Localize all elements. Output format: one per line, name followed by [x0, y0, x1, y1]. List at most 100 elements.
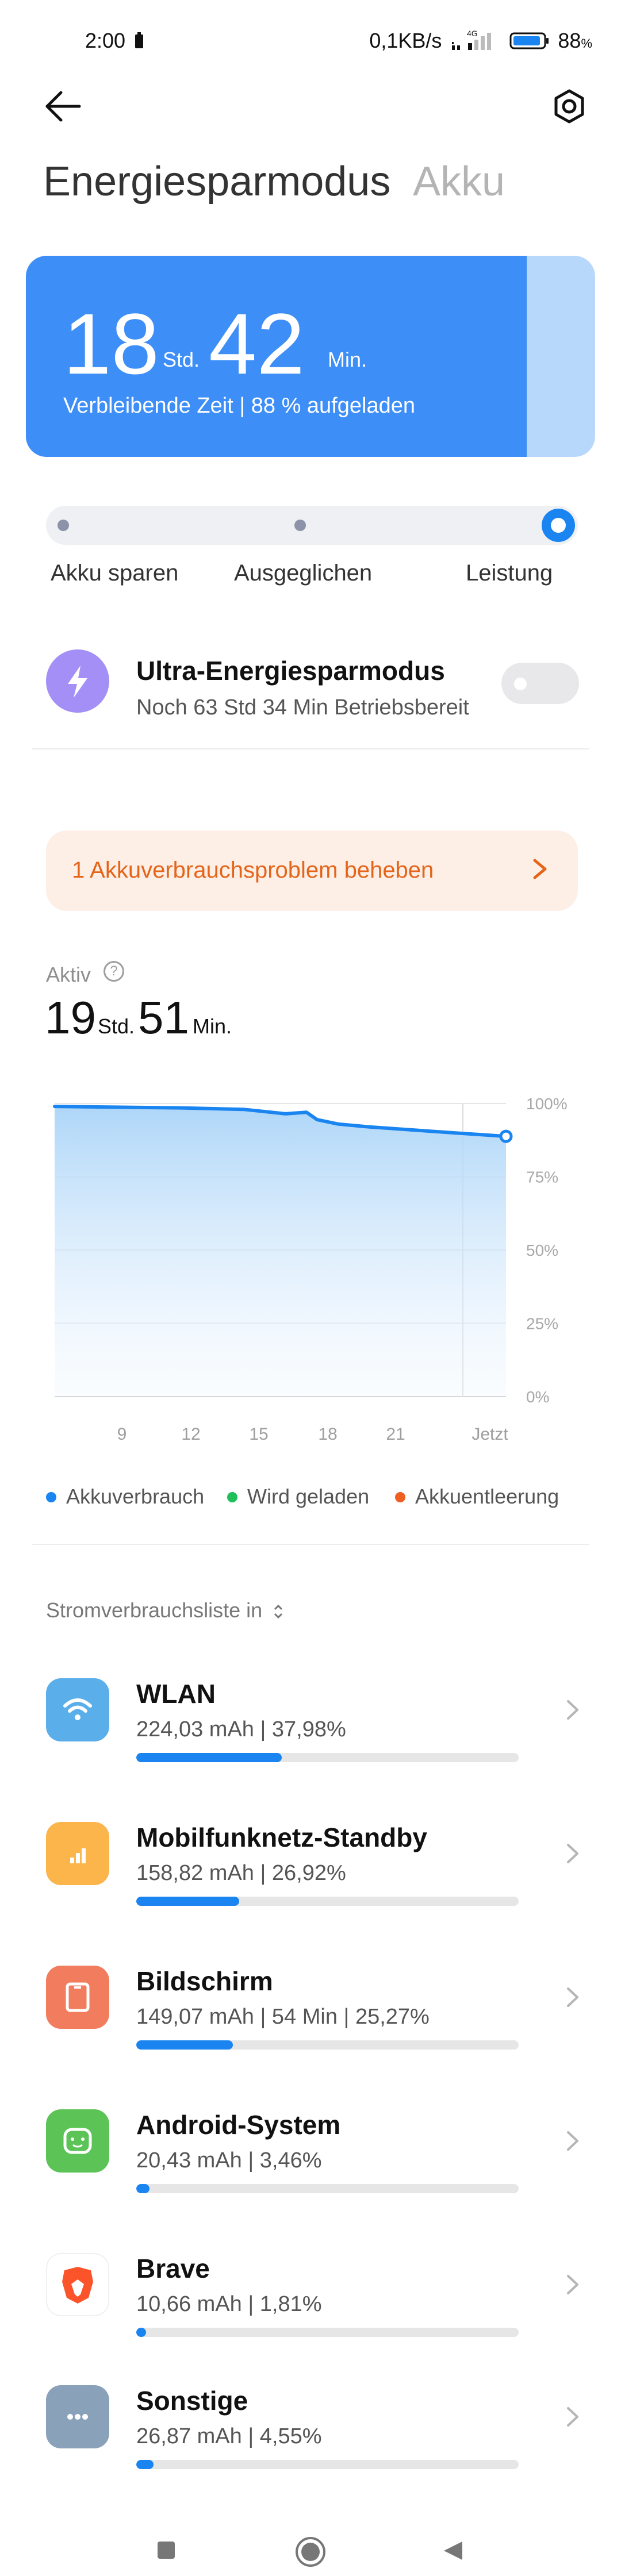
y-tick-label: 50% — [526, 1241, 558, 1259]
battery-problem-text[interactable]: 1 Akkuverbrauchsproblem beheben — [72, 858, 434, 883]
ultra-subtitle: Noch 63 Std 34 Min Betriebsbereit — [136, 695, 469, 720]
chevron-right-icon — [567, 1844, 578, 1863]
current-level-point — [499, 1129, 513, 1143]
list-item[interactable]: WLAN 224,03 mAh | 37,98% — [0, 1655, 621, 1799]
mode-dot-akku-sparen[interactable] — [57, 520, 69, 531]
battery-usage-chart: 100% 75% 50% 25% 0% 9 12 15 18 21 Jetzt — [53, 1095, 568, 1444]
list-item-detail: 20,43 mAh | 3,46% — [136, 2148, 322, 2173]
battery-remaining-card: 18 Std. 42 Min. Verbleibende Zeit | 88 %… — [26, 256, 595, 457]
chevron-right-icon — [567, 1987, 578, 2007]
chevron-right-icon — [567, 2275, 578, 2294]
usage-bar — [136, 2460, 519, 2469]
y-tick-label: 25% — [526, 1315, 558, 1333]
usage-bar-fill — [136, 1753, 282, 1762]
help-icon[interactable]: ? — [103, 961, 124, 982]
remaining-minutes: 42 — [209, 295, 305, 392]
x-tick-label: 21 — [386, 1425, 405, 1444]
screen-icon — [46, 1966, 109, 2029]
sort-updown-icon — [274, 1605, 283, 1619]
signal-icon — [46, 1822, 109, 1885]
x-tick-label: 9 — [117, 1425, 127, 1444]
usage-bar — [136, 1897, 519, 1906]
gear-icon — [554, 89, 584, 124]
status-bar: 2:00 0,1KB/s 4G 88% — [0, 0, 621, 75]
legend-dot-akkuverbrauch — [46, 1492, 56, 1502]
network-speed: 0,1KB/s — [369, 29, 442, 52]
list-item[interactable]: Sonstige 26,87 mAh | 4,55% — [0, 2362, 621, 2506]
power-mode-slider[interactable] — [46, 506, 578, 545]
usage-bar-fill — [136, 2328, 147, 2337]
lightning-icon — [68, 666, 87, 698]
usage-bar-fill — [136, 2040, 233, 2050]
chevron-right-icon — [567, 1700, 578, 1720]
usage-bar — [136, 2328, 519, 2337]
battery-unit: % — [581, 36, 592, 51]
system-nav-bar — [0, 2506, 621, 2576]
active-label: Aktiv — [46, 963, 91, 986]
notification-battery-icon — [135, 32, 143, 48]
list-item-name: WLAN — [136, 1679, 216, 1709]
recents-square-icon[interactable] — [156, 2540, 176, 2560]
ultra-icon-badge — [46, 649, 109, 713]
arrow-left-icon — [45, 91, 81, 122]
legend-wird-geladen: Wird geladen — [247, 1485, 370, 1508]
android-icon — [46, 2109, 109, 2173]
x-tick-label: 12 — [181, 1425, 200, 1444]
tab-akku[interactable]: Akku — [413, 158, 505, 205]
x-tick-label: 15 — [249, 1425, 268, 1444]
mode-label-ausgeglichen[interactable]: Ausgeglichen — [234, 560, 372, 586]
home-circle-icon[interactable] — [294, 2536, 327, 2568]
back-button[interactable] — [40, 86, 86, 126]
y-tick-label: 0% — [526, 1388, 549, 1406]
list-item[interactable]: Brave 10,66 mAh | 1,81% — [0, 2230, 621, 2374]
consumption-list-header[interactable]: Stromverbrauchsliste in — [46, 1598, 285, 1623]
usage-bar — [136, 1753, 519, 1762]
list-item-name: Brave — [136, 2254, 210, 2283]
usage-area — [55, 1106, 506, 1397]
active-hours-unit: Std. — [98, 1014, 135, 1038]
back-triangle-icon[interactable] — [442, 2539, 465, 2562]
list-item-detail: 158,82 mAh | 26,92% — [136, 1861, 346, 1885]
usage-bar — [136, 2184, 519, 2193]
list-item-name: Mobilfunknetz-Standby — [136, 1823, 427, 1852]
battery-level: 88 — [558, 29, 581, 52]
divider — [32, 748, 589, 749]
mode-dot-ausgeglichen[interactable] — [294, 520, 306, 531]
usage-bar-fill — [136, 2460, 154, 2469]
status-time: 2:00 — [85, 29, 126, 52]
more-dots-icon — [46, 2385, 109, 2448]
x-tick-label: 18 — [318, 1425, 337, 1444]
tab-energiesparmodus[interactable]: Energiesparmodus — [43, 158, 390, 205]
list-item[interactable]: Android-System 20,43 mAh | 3,46% — [0, 2086, 621, 2230]
active-hours: 19 — [45, 992, 96, 1043]
list-item-name: Android-System — [136, 2110, 341, 2140]
usage-bar — [136, 2040, 519, 2050]
brave-lion-icon — [46, 2253, 109, 2316]
list-item-name: Sonstige — [136, 2386, 248, 2416]
settings-button[interactable] — [546, 86, 592, 126]
list-item-detail: 26,87 mAh | 4,55% — [136, 2424, 322, 2448]
legend-akkuverbrauch: Akkuverbrauch — [66, 1485, 205, 1508]
list-item[interactable]: Bildschirm 149,07 mAh | 54 Min | 25,27% — [0, 1943, 621, 2086]
legend-dot-akkuentleerung — [395, 1492, 405, 1502]
mode-dot-leistung-selected[interactable] — [542, 509, 575, 542]
usage-bar-fill — [136, 1897, 240, 1906]
active-minutes-unit: Min. — [193, 1014, 232, 1038]
consumption-list-title: Stromverbrauchsliste in — [46, 1598, 263, 1622]
usage-bar-fill — [136, 2184, 150, 2193]
remaining-hours: 18 — [63, 295, 159, 392]
chevron-right-icon — [567, 2407, 578, 2427]
legend-akkuentleerung: Akkuentleerung — [415, 1485, 559, 1508]
list-item[interactable]: Mobilfunknetz-Standby 158,82 mAh | 26,92% — [0, 1799, 621, 1943]
chevron-right-icon — [533, 859, 547, 879]
list-item-detail: 224,03 mAh | 37,98% — [136, 1717, 346, 1741]
chevron-right-icon — [567, 2131, 578, 2151]
list-item-name: Bildschirm — [136, 1966, 273, 1996]
status-right: 0,1KB/s 4G 88% — [369, 29, 592, 53]
mode-label-akku-sparen[interactable]: Akku sparen — [51, 560, 178, 586]
list-item-detail: 10,66 mAh | 1,81% — [136, 2292, 322, 2316]
wifi-icon — [46, 1678, 109, 1741]
y-tick-label: 100% — [526, 1095, 568, 1113]
mode-label-leistung[interactable]: Leistung — [466, 560, 553, 586]
remaining-subtitle: Verbleibende Zeit | 88 % aufgeladen — [63, 394, 415, 418]
